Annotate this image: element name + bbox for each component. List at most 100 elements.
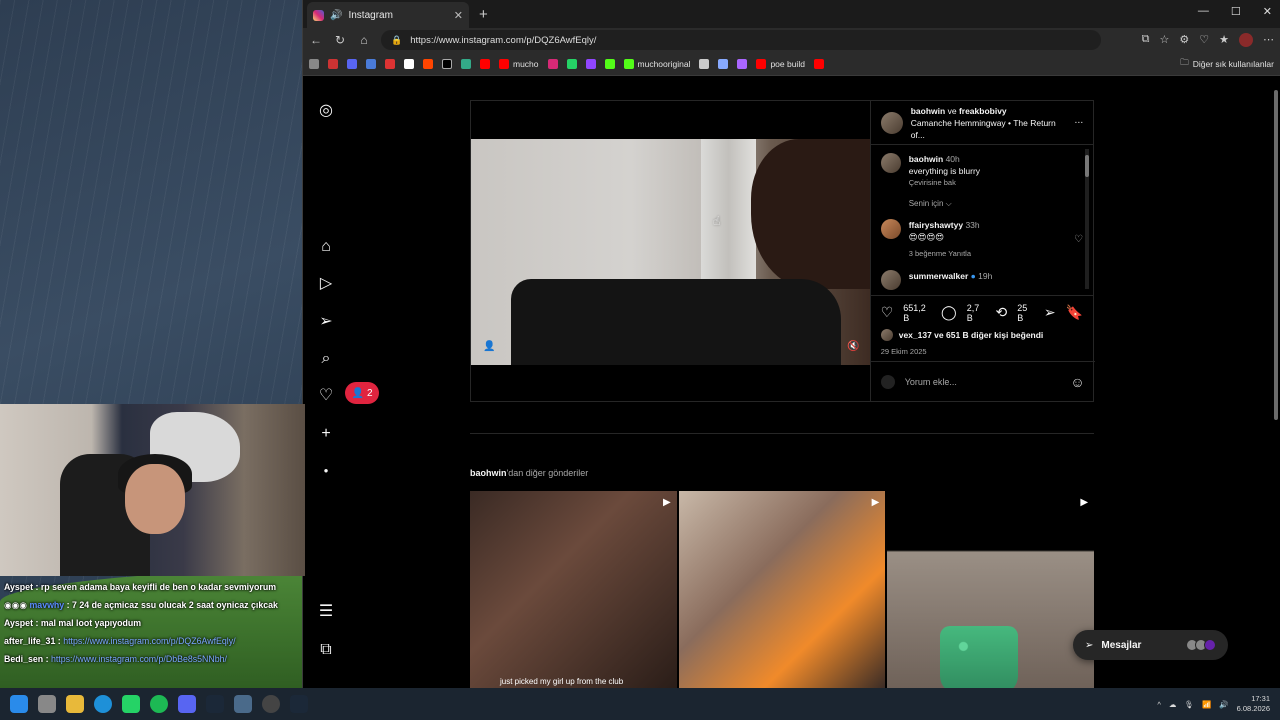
reel-video[interactable] bbox=[471, 139, 871, 365]
like-icon[interactable]: ♡ bbox=[881, 304, 894, 321]
commenter-avatar[interactable] bbox=[880, 153, 901, 173]
url-field[interactable]: 🔒 https://www.instagram.com/p/DQZ6AwfEql… bbox=[381, 30, 1101, 50]
reels-nav-icon[interactable]: ▷ bbox=[317, 275, 335, 293]
app-icon[interactable] bbox=[234, 695, 252, 713]
bookmark-poe-build[interactable]: poe build bbox=[756, 58, 805, 69]
profile-nav-icon[interactable]: ● bbox=[317, 462, 335, 480]
comment-user[interactable]: ffairyshawtyy bbox=[909, 220, 963, 230]
refresh-icon[interactable]: ↻ bbox=[333, 33, 347, 47]
back-icon[interactable]: ← bbox=[309, 33, 323, 47]
comment-user[interactable]: summerwalker bbox=[909, 271, 969, 281]
messages-button[interactable]: ➢ Mesajlar bbox=[1073, 630, 1228, 660]
bookmark-icon[interactable] bbox=[718, 58, 729, 69]
google-icon[interactable] bbox=[404, 58, 414, 69]
bookmark-icon[interactable] bbox=[328, 58, 338, 69]
volume-icon[interactable]: 🔊 bbox=[1219, 700, 1228, 709]
spotify-icon[interactable] bbox=[150, 695, 168, 713]
create-nav-icon[interactable]: + bbox=[317, 425, 335, 443]
tray-chevron-icon[interactable]: ^ bbox=[1157, 700, 1161, 709]
messages-nav-icon[interactable]: ➢ bbox=[317, 313, 335, 331]
x-icon[interactable] bbox=[442, 58, 452, 69]
scroll-thumb[interactable] bbox=[1085, 155, 1089, 177]
follower-notification-badge[interactable]: 👤 2 bbox=[345, 382, 379, 404]
favorite-star-icon[interactable]: ☆ bbox=[1160, 33, 1170, 47]
reddit-icon[interactable] bbox=[423, 58, 433, 69]
file-explorer-icon[interactable] bbox=[66, 695, 84, 713]
bookmark-icon[interactable] bbox=[737, 58, 748, 69]
commenter-avatar[interactable] bbox=[880, 270, 901, 290]
apps-icon[interactable]: ⧉ bbox=[317, 641, 335, 659]
minimize-icon[interactable]: — bbox=[1198, 5, 1209, 18]
instagram-logo-icon[interactable]: ◎ bbox=[317, 102, 335, 120]
author-username[interactable]: baohwin bbox=[911, 106, 945, 116]
comment-meta[interactable]: 3 beğenme Yanıtla bbox=[909, 248, 1066, 260]
audio-title[interactable]: Camanche Hemmingway • The Return of... bbox=[911, 117, 1067, 141]
youtube-icon[interactable] bbox=[480, 58, 490, 69]
search-nav-icon[interactable]: ⌕ bbox=[317, 350, 335, 368]
post-media[interactable]: 👤 🔇 bbox=[471, 101, 871, 401]
mic-icon[interactable]: 🎙 bbox=[1184, 700, 1194, 709]
comment-input[interactable]: Yorum ekle... bbox=[905, 377, 957, 387]
network-icon[interactable]: ☁ bbox=[1169, 700, 1177, 709]
instagram-icon[interactable] bbox=[547, 58, 558, 69]
bookmark-icon[interactable] bbox=[699, 58, 710, 69]
comments-scrollbar[interactable] bbox=[1085, 149, 1089, 289]
comment-user[interactable]: baohwin bbox=[909, 154, 943, 164]
bookmark-muchooriginal[interactable]: muchooriginal bbox=[623, 58, 690, 69]
discord-icon[interactable] bbox=[178, 695, 196, 713]
whatsapp-icon[interactable] bbox=[566, 58, 577, 69]
obs-icon[interactable] bbox=[262, 695, 280, 713]
start-icon[interactable] bbox=[10, 695, 28, 713]
mute-icon[interactable]: 🔇 bbox=[847, 341, 859, 352]
bookmark-icon[interactable] bbox=[461, 58, 471, 69]
discord-icon[interactable] bbox=[347, 58, 357, 69]
notifications-nav-icon[interactable]: ♡ bbox=[317, 387, 335, 405]
repost-icon[interactable]: ⟲ bbox=[996, 304, 1008, 321]
profile-avatar[interactable] bbox=[1239, 33, 1253, 47]
clock[interactable]: 17:31 6.08.2026 bbox=[1237, 694, 1270, 714]
like-comment-icon[interactable]: ♡ bbox=[1074, 234, 1083, 246]
browser-essentials-icon[interactable]: ♡ bbox=[1199, 33, 1209, 47]
split-screen-icon[interactable]: ⧉ bbox=[1142, 33, 1150, 47]
page-scroll-thumb[interactable] bbox=[1274, 90, 1278, 420]
comment-icon[interactable]: ◯ bbox=[941, 304, 957, 321]
widgets-icon[interactable] bbox=[38, 695, 56, 713]
tab-instagram[interactable]: 🔊 Instagram ✕ bbox=[307, 2, 469, 28]
post-date[interactable]: 29 Ekim 2025 bbox=[871, 341, 1093, 356]
kick-icon[interactable] bbox=[604, 58, 615, 69]
post-thumbnail[interactable]: ▶ just picked my girl up from the club bbox=[470, 491, 677, 688]
steam-icon[interactable] bbox=[290, 695, 308, 713]
other-bookmarks[interactable]: 🗀 Diğer sık kullanılanlar bbox=[1180, 57, 1274, 71]
edge-icon[interactable] bbox=[94, 695, 112, 713]
bookmark-icon[interactable] bbox=[309, 58, 319, 69]
twitch-icon[interactable] bbox=[585, 58, 596, 69]
new-tab-button[interactable]: + bbox=[479, 6, 488, 23]
favorites-icon[interactable]: ★ bbox=[1219, 33, 1229, 47]
steam-icon[interactable] bbox=[206, 695, 224, 713]
post-thumbnail[interactable]: ▶ bbox=[678, 491, 886, 688]
save-icon[interactable]: 🔖 bbox=[1066, 304, 1083, 321]
maximize-icon[interactable]: ☐ bbox=[1231, 5, 1241, 18]
translate-icon[interactable] bbox=[366, 58, 376, 69]
extensions-icon[interactable]: ⚙ bbox=[1179, 33, 1189, 47]
page-scrollbar[interactable] bbox=[1273, 80, 1279, 680]
see-translation-link[interactable]: Çevirisine bak bbox=[909, 177, 1083, 189]
menu-icon[interactable]: ⋯ bbox=[1263, 33, 1274, 47]
emoji-icon[interactable]: ☺ bbox=[1070, 374, 1084, 390]
close-tab-icon[interactable]: ✕ bbox=[454, 9, 463, 22]
whatsapp-icon[interactable] bbox=[122, 695, 140, 713]
speaker-icon[interactable]: 🔊 bbox=[330, 10, 342, 21]
more-menu-icon[interactable]: ☰ bbox=[317, 603, 335, 621]
tagged-users-icon[interactable]: 👤 bbox=[483, 341, 495, 352]
bookmark-mucho[interactable]: mucho bbox=[499, 58, 539, 69]
youtube-icon[interactable] bbox=[813, 58, 824, 69]
gmail-icon[interactable] bbox=[385, 58, 395, 69]
home-icon[interactable]: ⌂ bbox=[357, 33, 371, 47]
share-icon[interactable]: ➢ bbox=[1044, 304, 1056, 321]
home-nav-icon[interactable]: ⌂ bbox=[317, 238, 335, 256]
commenter-avatar[interactable] bbox=[880, 219, 901, 239]
liked-by[interactable]: vex_137 ve 651 B diğer kişi beğendi bbox=[871, 329, 1093, 341]
coauthor-username[interactable]: freakbobivy bbox=[959, 106, 1007, 116]
more-posts-user[interactable]: baohwin bbox=[470, 468, 507, 478]
lock-icon[interactable]: 🔒 bbox=[391, 35, 402, 46]
